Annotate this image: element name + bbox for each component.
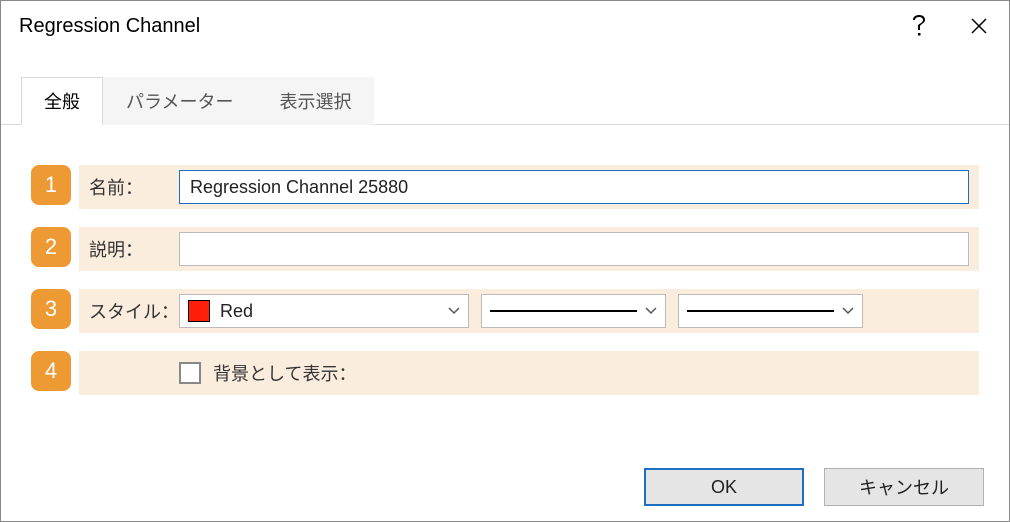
tab-parameters[interactable]: パラメーター [103, 77, 256, 125]
cancel-button[interactable]: キャンセル [824, 468, 984, 506]
dialog-footer: OK キャンセル [644, 468, 984, 506]
row-background: 4 背景として表示： [31, 351, 979, 395]
row-name: 1 名前： [31, 165, 979, 209]
tab-general[interactable]: 全般 [21, 77, 103, 125]
window-title: Regression Channel [19, 15, 889, 38]
strip-style: スタイル： Red [79, 289, 979, 333]
name-input[interactable] [179, 170, 969, 204]
label-description: 説明： [89, 236, 179, 262]
close-icon [970, 17, 988, 35]
strip-description: 説明： [79, 227, 979, 271]
label-style: スタイル： [89, 298, 179, 324]
color-combo[interactable]: Red [179, 294, 469, 328]
badge-3: 3 [31, 289, 71, 329]
background-checkbox[interactable] [179, 362, 201, 384]
row-style: 3 スタイル： Red [31, 289, 979, 333]
line-width-sample [490, 310, 637, 312]
help-icon [911, 14, 927, 38]
badge-4: 4 [31, 351, 71, 391]
chevron-down-icon [448, 307, 460, 315]
line-width-combo[interactable] [481, 294, 666, 328]
description-input[interactable] [179, 232, 969, 266]
color-name: Red [220, 301, 253, 322]
color-swatch [188, 300, 210, 322]
badge-1: 1 [31, 165, 71, 205]
title-bar: Regression Channel [1, 1, 1009, 51]
tab-content: 1 名前： 2 説明： 3 スタイル： Red [1, 125, 1009, 395]
checkbox-group: 背景として表示： [179, 360, 356, 386]
ok-button[interactable]: OK [644, 468, 804, 506]
label-name: 名前： [89, 174, 179, 200]
badge-2: 2 [31, 227, 71, 267]
line-style-sample [687, 310, 834, 312]
chevron-down-icon [645, 307, 657, 315]
strip-background: 背景として表示： [79, 351, 979, 395]
close-button[interactable] [949, 1, 1009, 51]
background-checkbox-label: 背景として表示： [213, 360, 356, 386]
strip-name: 名前： [79, 165, 979, 209]
line-style-combo[interactable] [678, 294, 863, 328]
chevron-down-icon [842, 307, 854, 315]
tab-display[interactable]: 表示選択 [256, 77, 374, 125]
help-button[interactable] [889, 1, 949, 51]
style-controls: Red [179, 294, 969, 328]
titlebar-buttons [889, 1, 1009, 51]
row-description: 2 説明： [31, 227, 979, 271]
tab-strip: 全般 パラメーター 表示選択 [1, 51, 1009, 125]
